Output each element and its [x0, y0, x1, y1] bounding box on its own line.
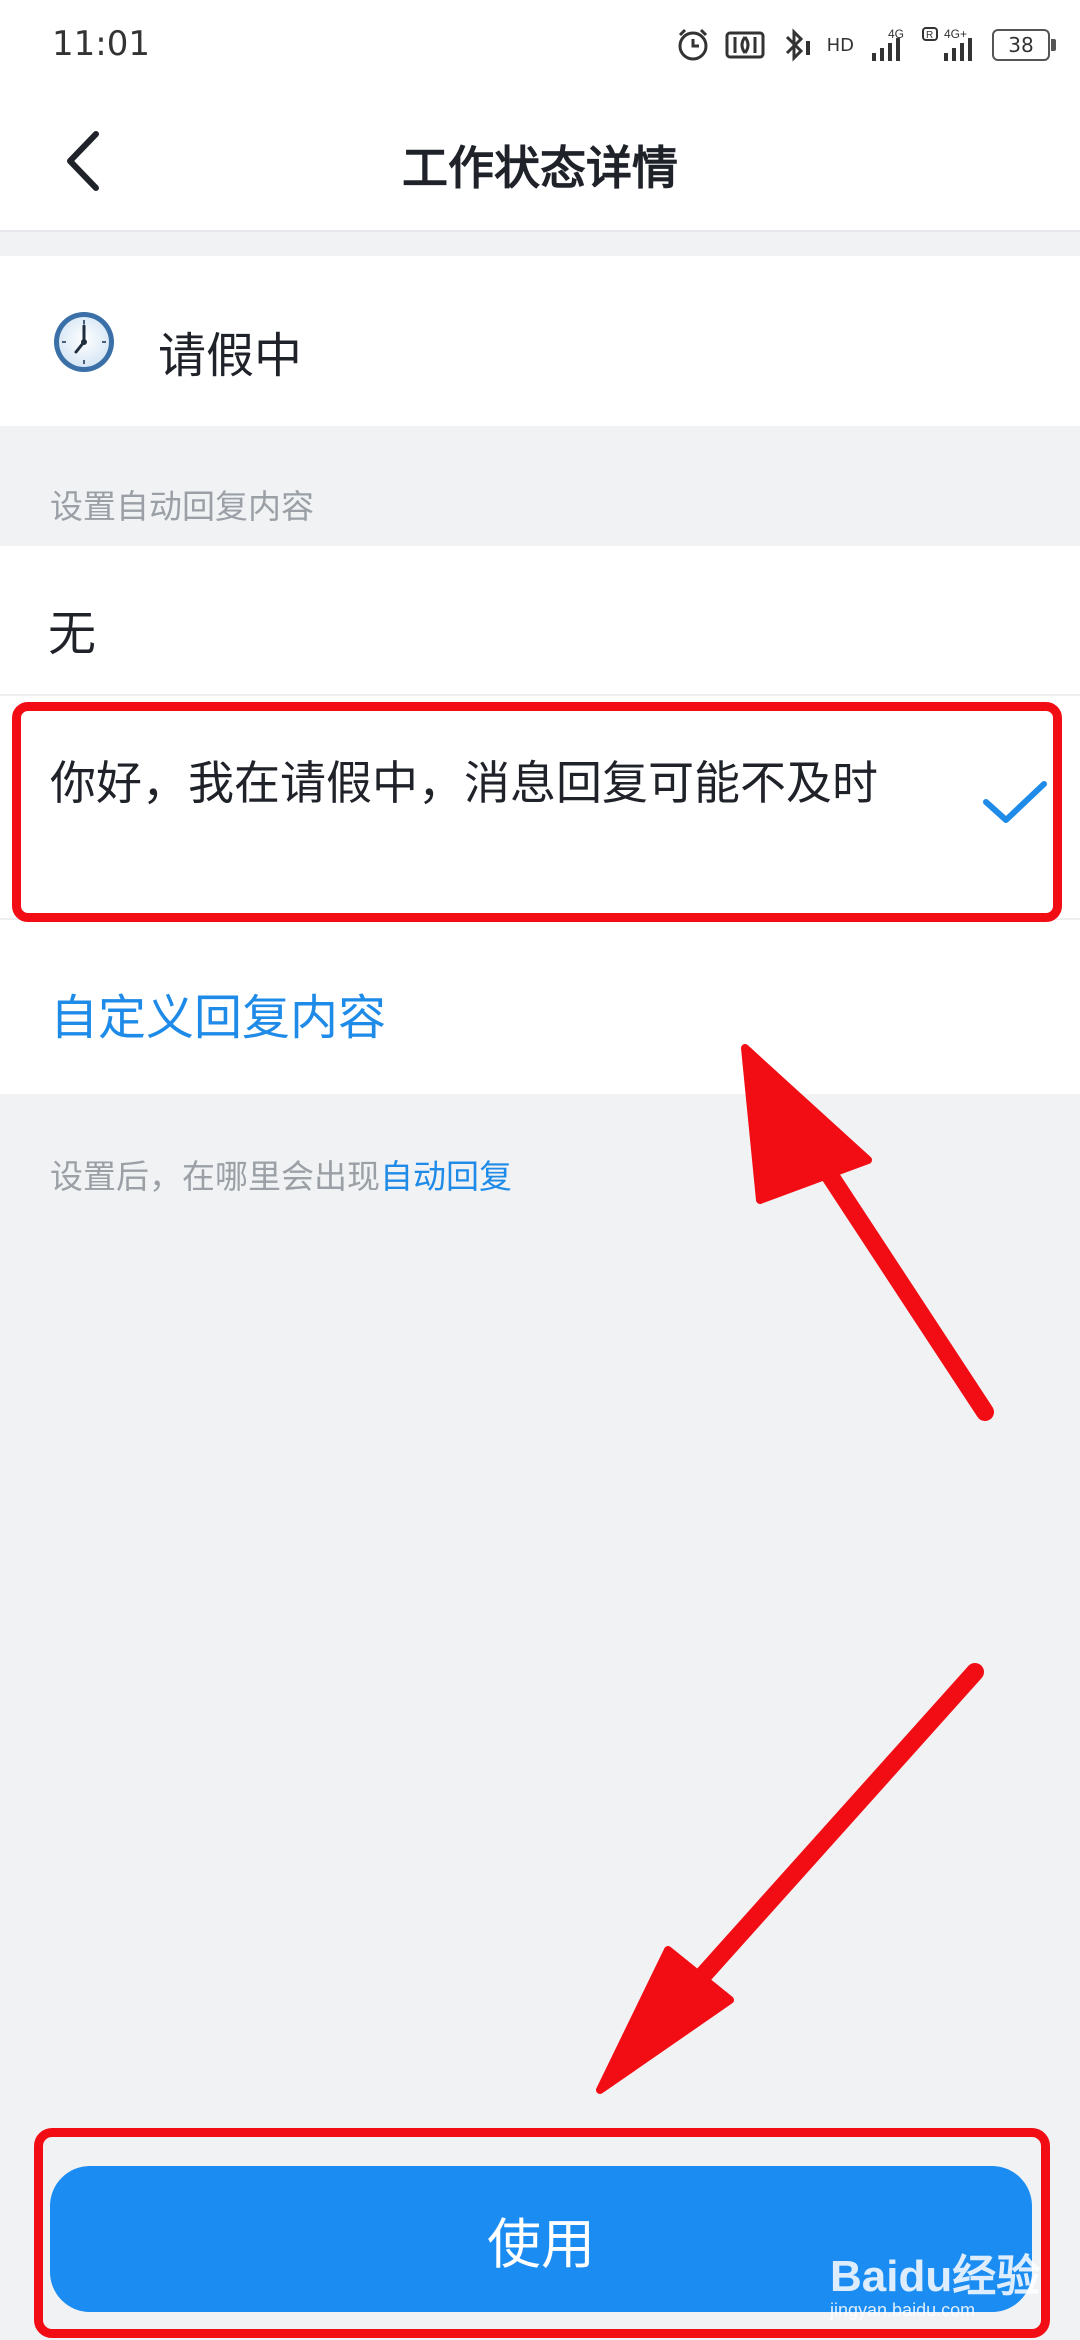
annotation-highlight-option: [12, 702, 1062, 922]
annotation-arrow-down: [596, 1663, 984, 2094]
status-icons: HD 4G R 4G+ 38: [675, 20, 1056, 70]
status-label: 请假中: [158, 328, 303, 384]
footnote-text: 设置后，在哪里会出现: [50, 1157, 380, 1196]
custom-reply-label: 自定义回复内容: [50, 990, 387, 1046]
status-time: 11:01: [52, 24, 150, 64]
alarm-icon: [678, 28, 708, 61]
svg-text:R: R: [926, 30, 933, 41]
svg-text:4G+: 4G+: [944, 27, 967, 41]
current-status-row[interactable]: 请假中: [0, 256, 1080, 426]
page-title: 工作状态详情: [402, 141, 678, 195]
annotation-highlight-button: [34, 2128, 1050, 2338]
battery-icon: 38: [992, 29, 1056, 61]
signal-icon: 4G: [872, 27, 904, 61]
status-bar: 11:01 HD 4G R 4G+ 38: [0, 0, 1080, 92]
clock-icon: [54, 312, 114, 372]
custom-reply-option[interactable]: 自定义回复内容: [0, 920, 1080, 1094]
bluetooth-icon: [785, 28, 810, 62]
nfc-icon: [725, 31, 765, 59]
network1-gen: HD: [826, 34, 854, 56]
auto-reply-footnote: 设置后，在哪里会出现自动回复: [50, 1150, 512, 1198]
auto-reply-section-label: 设置自动回复内容: [50, 487, 314, 526]
top-app-bar: 工作状态详情: [0, 92, 1080, 232]
annotation-arrow-up: [741, 1044, 994, 1421]
reply-option-label: 无: [48, 606, 97, 662]
roaming-signal-icon: R 4G+: [922, 27, 972, 61]
reply-option-none[interactable]: 无: [0, 546, 1080, 696]
auto-reply-link[interactable]: 自动回复: [380, 1157, 512, 1196]
